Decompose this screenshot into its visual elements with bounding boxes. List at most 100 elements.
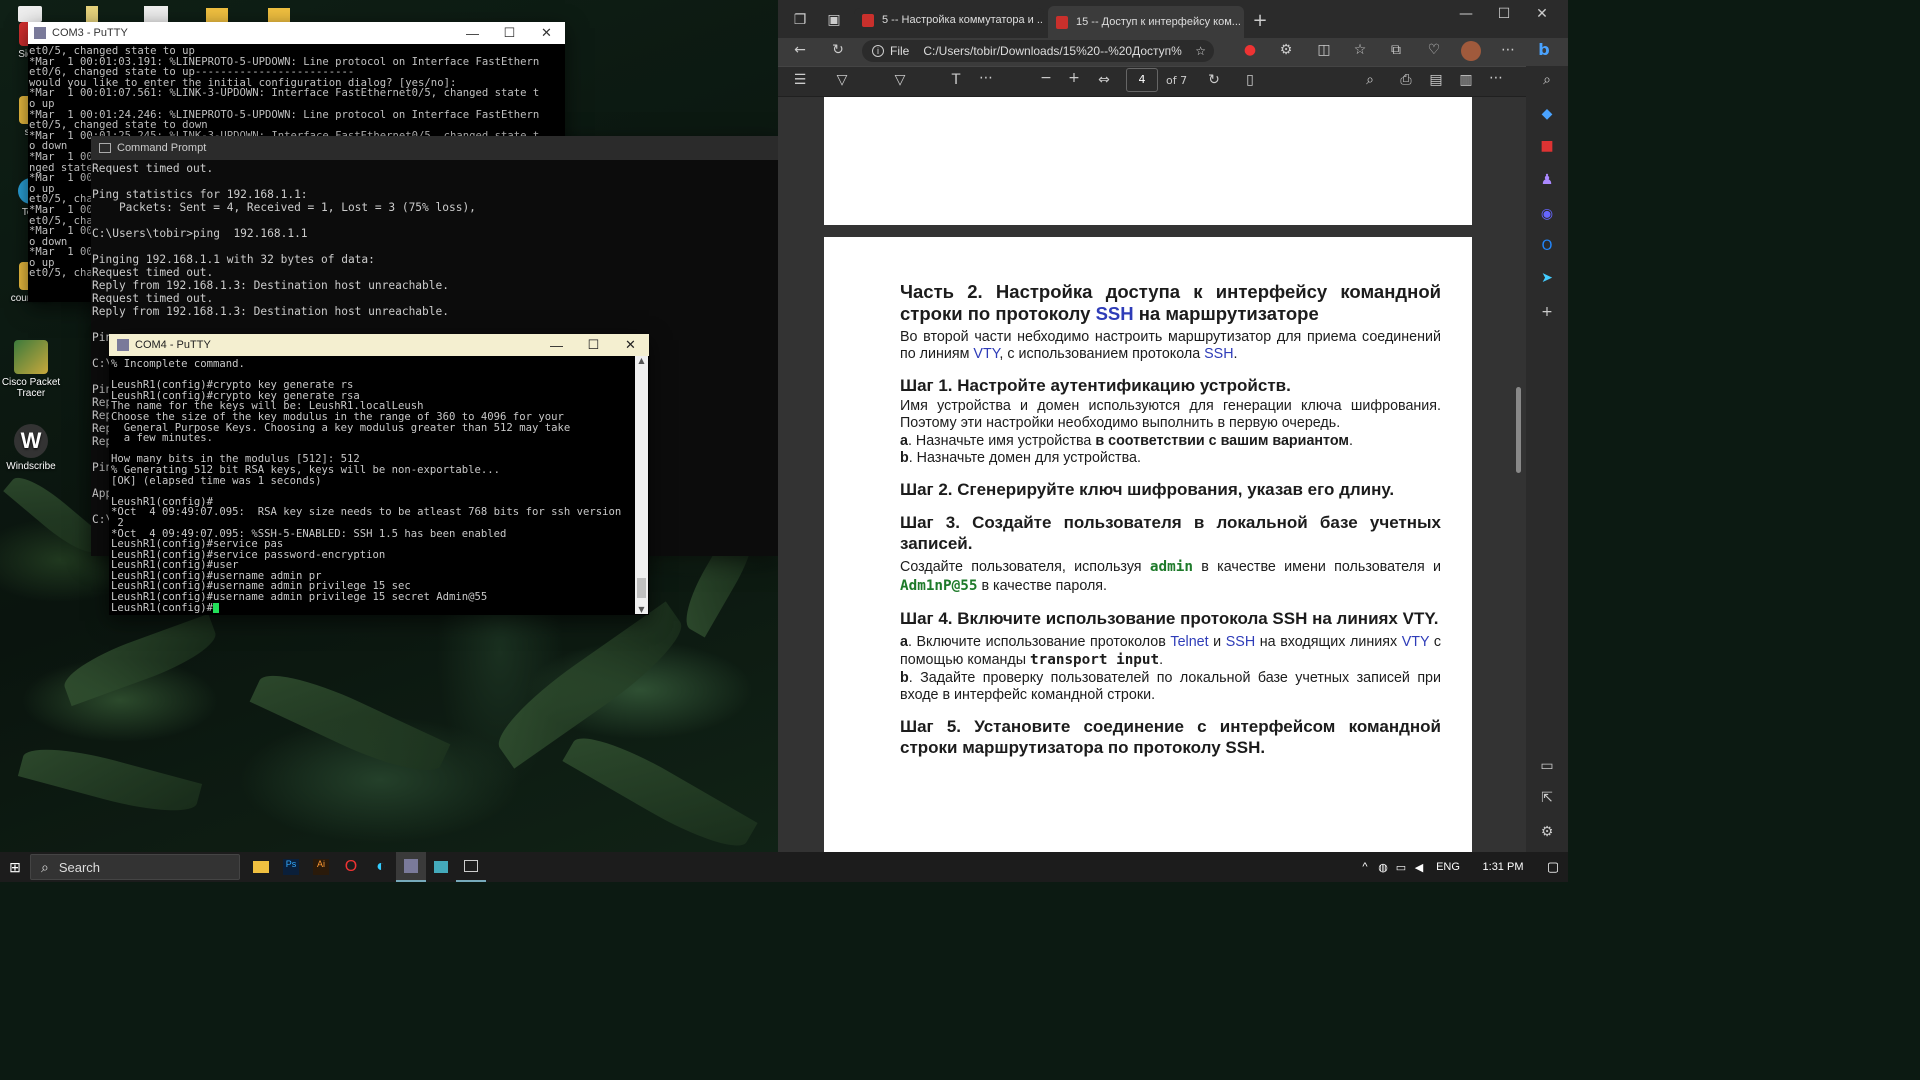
search-icon[interactable]: ⌕ bbox=[1358, 72, 1382, 88]
extension-icon[interactable]: ● bbox=[1238, 42, 1262, 58]
maximize-button[interactable]: ☐ bbox=[1492, 6, 1516, 22]
back-icon[interactable]: ← bbox=[788, 42, 812, 58]
search-box[interactable]: ⌕ Search bbox=[30, 854, 240, 880]
tab-actions-icon[interactable]: ▣ bbox=[822, 12, 846, 28]
pdf-scroll-thumb[interactable] bbox=[1516, 387, 1521, 473]
taskbar-cmd[interactable] bbox=[456, 852, 486, 882]
favorite-star-icon[interactable]: ☆ bbox=[1195, 44, 1206, 58]
step4-item-a: a. Включите использование протоколов Tel… bbox=[900, 634, 1441, 668]
more-tools-icon[interactable]: ⋯ bbox=[974, 70, 998, 86]
close-button[interactable]: ✕ bbox=[612, 337, 649, 353]
draw-icon[interactable]: ▽ bbox=[888, 72, 912, 88]
fit-page-icon[interactable]: ⇔ bbox=[1092, 72, 1116, 88]
cmd-titlebar[interactable]: Command Prompt bbox=[91, 136, 779, 160]
extensions-icon[interactable]: ⚙ bbox=[1274, 42, 1298, 58]
collections-icon[interactable]: ⧉ bbox=[1384, 42, 1408, 58]
text-icon[interactable]: T bbox=[944, 72, 968, 88]
taskbar-file-explorer[interactable] bbox=[246, 852, 276, 882]
file-icon[interactable] bbox=[144, 6, 168, 22]
page-number-input[interactable]: 4 bbox=[1126, 68, 1158, 92]
table-of-contents-icon[interactable]: ☰ bbox=[788, 72, 812, 88]
new-tab-button[interactable]: + bbox=[1248, 10, 1272, 31]
file-icon[interactable] bbox=[86, 6, 98, 22]
sidebar-add-icon[interactable]: + bbox=[1535, 304, 1559, 320]
sidebar-search-icon[interactable]: ⌕ bbox=[1535, 72, 1559, 88]
browser-essentials-icon[interactable]: ♡ bbox=[1422, 42, 1446, 58]
address-text[interactable]: C:/Users/tobir/Downloads/15%20--%20Досту… bbox=[923, 44, 1183, 58]
tray-globe-icon[interactable]: ◍ bbox=[1374, 861, 1392, 874]
window-title: COM3 - PuTTY bbox=[52, 27, 128, 39]
com4-terminal-output[interactable]: % Incomplete command. LeushR1(config)#cr… bbox=[109, 356, 633, 613]
sidebar-tools-icon[interactable]: ■ bbox=[1535, 138, 1559, 154]
taskbar-photoshop[interactable]: Ps bbox=[276, 852, 306, 882]
sidebar-layout-icon[interactable]: ▭ bbox=[1535, 758, 1559, 774]
pdf-scrollbar[interactable] bbox=[1512, 97, 1524, 852]
scroll-down-arrow-icon[interactable]: ▼ bbox=[635, 605, 648, 614]
minimize-button[interactable]: — bbox=[454, 26, 491, 41]
taskbar-opera[interactable]: O bbox=[336, 852, 366, 882]
edge-browser-window[interactable]: ❐ ▣ 5 -- Настройка коммутатора и ... ✕ 1… bbox=[778, 0, 1568, 852]
desktop-icon-windscribe[interactable]: W Windscribe bbox=[0, 424, 62, 472]
tray-language[interactable]: ENG bbox=[1428, 861, 1468, 873]
tab-label: 5 -- Настройка коммутатора и ... bbox=[882, 14, 1044, 26]
split-screen-icon[interactable]: ◫ bbox=[1312, 42, 1336, 58]
maximize-button[interactable]: ☐ bbox=[575, 337, 612, 353]
file-icon[interactable] bbox=[18, 6, 42, 22]
tray-clock[interactable]: 1:31 PM bbox=[1468, 861, 1538, 873]
close-button[interactable]: ✕ bbox=[528, 25, 565, 41]
save-as-icon[interactable]: ▥ bbox=[1454, 72, 1478, 88]
sidebar-outlook-icon[interactable]: O bbox=[1535, 238, 1559, 254]
com4-putty-window[interactable]: COM4 - PuTTY — ☐ ✕ % Incomplete command.… bbox=[109, 334, 649, 615]
page-view-icon[interactable]: ▯ bbox=[1238, 72, 1262, 88]
close-tab-icon[interactable]: ✕ bbox=[1241, 16, 1244, 29]
start-button[interactable]: ⊞ bbox=[0, 852, 30, 882]
maximize-button[interactable]: ☐ bbox=[491, 25, 528, 41]
tray-volume-icon[interactable]: ◀ bbox=[1410, 861, 1428, 874]
refresh-icon[interactable]: ↻ bbox=[826, 42, 850, 58]
highlight-icon[interactable]: ▽ bbox=[830, 72, 854, 88]
taskbar-remote[interactable] bbox=[426, 852, 456, 882]
scroll-up-arrow-icon[interactable]: ▲ bbox=[635, 356, 648, 365]
zoom-out-icon[interactable]: − bbox=[1034, 70, 1058, 86]
taskbar-putty[interactable] bbox=[396, 852, 426, 882]
tray-network-icon[interactable]: ▭ bbox=[1392, 861, 1410, 874]
minimize-button[interactable]: — bbox=[538, 338, 575, 353]
rotate-icon[interactable]: ↻ bbox=[1202, 72, 1226, 88]
copilot-icon[interactable]: b bbox=[1532, 40, 1556, 59]
sidebar-send-icon[interactable]: ➤ bbox=[1535, 270, 1559, 286]
more-options-icon[interactable]: ⋯ bbox=[1484, 70, 1508, 86]
folder-icon[interactable] bbox=[206, 8, 228, 22]
taskbar-edge[interactable]: ◐ bbox=[366, 852, 396, 882]
pdf-page-3 bbox=[824, 97, 1472, 225]
scrollbar[interactable]: ▲ ▼ bbox=[635, 356, 648, 614]
taskbar-illustrator[interactable]: Ai bbox=[306, 852, 336, 882]
sidebar-shopping-icon[interactable]: ◆ bbox=[1535, 106, 1559, 122]
more-menu-icon[interactable]: ⋯ bbox=[1496, 42, 1520, 58]
terminal-line: o up bbox=[29, 97, 55, 110]
zoom-in-icon[interactable]: + bbox=[1062, 70, 1086, 86]
avatar[interactable] bbox=[1461, 41, 1481, 61]
print-icon[interactable]: ⎙ bbox=[1394, 72, 1418, 88]
minimize-button[interactable]: — bbox=[1454, 6, 1478, 22]
tab-1[interactable]: 5 -- Настройка коммутатора и ... ✕ bbox=[854, 8, 1044, 32]
tab-2[interactable]: 15 -- Доступ к интерфейсу ком... ✕ bbox=[1048, 6, 1244, 38]
desktop-icon-cisco[interactable]: Cisco Packet Tracer bbox=[0, 340, 62, 399]
close-button[interactable]: ✕ bbox=[1530, 6, 1554, 22]
sidebar-external-icon[interactable]: ⇱ bbox=[1535, 790, 1559, 806]
com3-titlebar[interactable]: COM3 - PuTTY — ☐ ✕ bbox=[28, 22, 565, 44]
address-bar[interactable]: i File C:/Users/tobir/Downloads/15%20--%… bbox=[862, 40, 1214, 62]
info-icon[interactable]: i bbox=[872, 45, 884, 57]
sidebar-games-icon[interactable]: ♟ bbox=[1535, 172, 1559, 188]
com4-titlebar[interactable]: COM4 - PuTTY — ☐ ✕ bbox=[109, 334, 649, 356]
scroll-thumb[interactable] bbox=[637, 578, 646, 598]
pdf-viewer[interactable]: Часть 2. Настройка доступа к интерфейсу … bbox=[778, 97, 1526, 852]
sidebar-copilot-icon[interactable]: ◉ bbox=[1535, 206, 1559, 222]
workspaces-icon[interactable]: ❐ bbox=[788, 12, 812, 28]
save-icon[interactable]: ▤ bbox=[1424, 72, 1448, 88]
sidebar-settings-icon[interactable]: ⚙ bbox=[1535, 824, 1559, 840]
tray-chevron-icon[interactable]: ^ bbox=[1356, 861, 1374, 873]
folder-icon[interactable] bbox=[268, 8, 290, 22]
notifications-icon[interactable]: ▢ bbox=[1538, 859, 1568, 875]
favorites-icon[interactable]: ☆ bbox=[1348, 42, 1372, 58]
terminal-line: Request timed out. bbox=[92, 292, 214, 305]
